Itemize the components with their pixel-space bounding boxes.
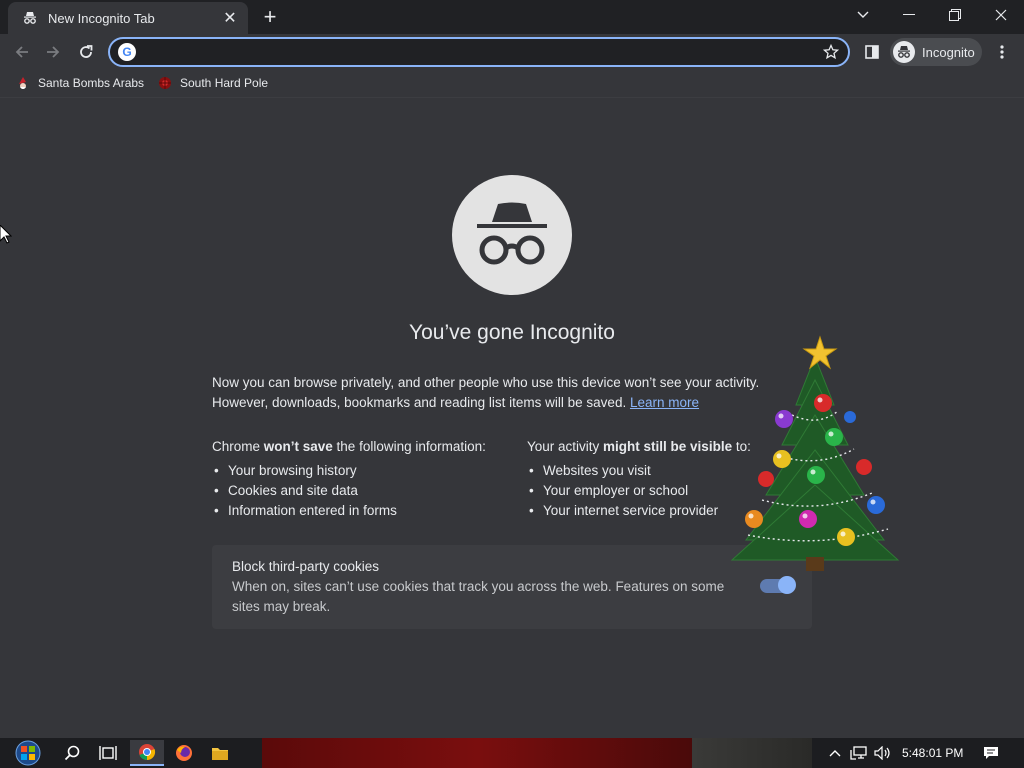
mouse-cursor-icon (0, 225, 12, 244)
intro-text: Now you can browse privately, and other … (212, 373, 812, 413)
side-panel-icon[interactable] (862, 42, 882, 62)
kebab-menu-icon[interactable] (994, 42, 1010, 62)
wont-save-column: Chrome won’t save the following informat… (212, 437, 512, 521)
address-input[interactable] (142, 44, 818, 60)
incognito-icon (893, 41, 915, 63)
tab-new-incognito[interactable]: New Incognito Tab ✕ (8, 2, 248, 34)
intro-line-2-text: However, downloads, bookmarks and readin… (212, 395, 627, 410)
cookie-description: When on, sites can’t use cookies that tr… (232, 579, 725, 614)
block-cookies-toggle[interactable] (760, 576, 796, 594)
taskbar-wallpaper-area (262, 738, 692, 768)
profile-label: Incognito (922, 44, 975, 60)
taskbar-wallpaper-area (692, 738, 812, 768)
back-arrow-icon[interactable] (9, 39, 35, 65)
tab-close-icon[interactable]: ✕ (220, 8, 240, 28)
intro-line-2: However, downloads, bookmarks and readin… (212, 393, 812, 413)
christmas-tree-decoration (730, 335, 900, 571)
title-bar: New Incognito Tab ✕ + (0, 0, 1024, 34)
incognito-page: You’ve gone Incognito Now you can browse… (0, 99, 1024, 738)
task-view-icon[interactable] (91, 740, 125, 766)
notification-center-icon[interactable] (982, 744, 1000, 762)
bookmark-label: South Hard Pole (180, 76, 269, 90)
incognito-logo-icon (452, 175, 572, 295)
new-tab-button[interactable]: + (258, 4, 282, 29)
start-orb-icon[interactable] (8, 740, 48, 766)
list-item: Cookies and site data (212, 481, 512, 501)
bookmark-south-hard-pole[interactable]: South Hard Pole (158, 76, 268, 90)
omnibox[interactable]: G (108, 37, 850, 67)
cookie-title: Block third-party cookies (232, 559, 380, 574)
cookie-controls-card: Block third-party cookies When on, sites… (212, 545, 812, 629)
santa-icon (16, 76, 30, 90)
close-icon[interactable] (978, 0, 1024, 30)
restore-icon[interactable] (932, 0, 978, 30)
tab-title: New Incognito Tab (48, 10, 155, 26)
bookmark-santa-bombs-arabs[interactable]: Santa Bombs Arabs (16, 76, 144, 90)
chrome-icon[interactable] (130, 740, 164, 766)
toggle-knob (778, 576, 796, 594)
bookmark-star-icon[interactable] (818, 39, 844, 65)
wont-save-heading: Chrome won’t save the following informat… (212, 439, 486, 454)
minimize-icon[interactable] (886, 0, 932, 30)
taskbar: 5:48:01 PM (0, 738, 1024, 768)
forward-arrow-icon[interactable] (40, 39, 66, 65)
search-icon[interactable] (55, 740, 89, 766)
network-icon[interactable] (850, 744, 868, 762)
file-explorer-icon[interactable] (203, 740, 237, 766)
reload-icon[interactable] (73, 39, 99, 65)
incognito-tab-icon (22, 10, 38, 26)
bookmark-label: Santa Bombs Arabs (38, 76, 145, 90)
bookmarks-bar: Santa Bombs Arabs South Hard Pole (0, 70, 1024, 98)
incognito-profile-button[interactable]: Incognito (890, 38, 982, 66)
taskbar-clock[interactable]: 5:48:01 PM (902, 746, 963, 760)
learn-more-link[interactable]: Learn more (630, 395, 699, 410)
list-item: Information entered in forms (212, 501, 512, 521)
volume-icon[interactable] (874, 744, 892, 762)
chevron-down-icon[interactable] (840, 0, 886, 30)
list-item: Your browsing history (212, 461, 512, 481)
chevron-up-icon[interactable] (828, 744, 842, 762)
firefox-icon[interactable] (167, 740, 201, 766)
red-orb-icon (158, 76, 172, 90)
toolbar: G Incognito (0, 34, 1024, 70)
intro-line-1: Now you can browse privately, and other … (212, 375, 760, 390)
google-icon: G (118, 43, 136, 61)
